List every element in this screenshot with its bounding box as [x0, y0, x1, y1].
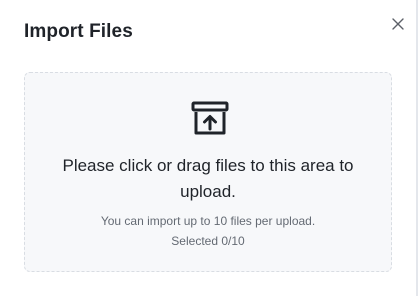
upload-archive-icon	[191, 101, 229, 135]
dialog-title: Import Files	[24, 21, 133, 42]
import-files-dialog: Import Files Please click or drag files …	[0, 0, 418, 296]
upload-limit-hint: You can import up to 10 files per upload…	[100, 214, 316, 228]
selected-count: Selected 0/10	[171, 234, 245, 248]
close-icon	[392, 18, 404, 30]
drop-zone-instruction: Please click or drag files to this area …	[62, 156, 354, 201]
file-drop-zone[interactable]: Please click or drag files to this area …	[24, 72, 392, 272]
close-button[interactable]	[389, 15, 407, 33]
